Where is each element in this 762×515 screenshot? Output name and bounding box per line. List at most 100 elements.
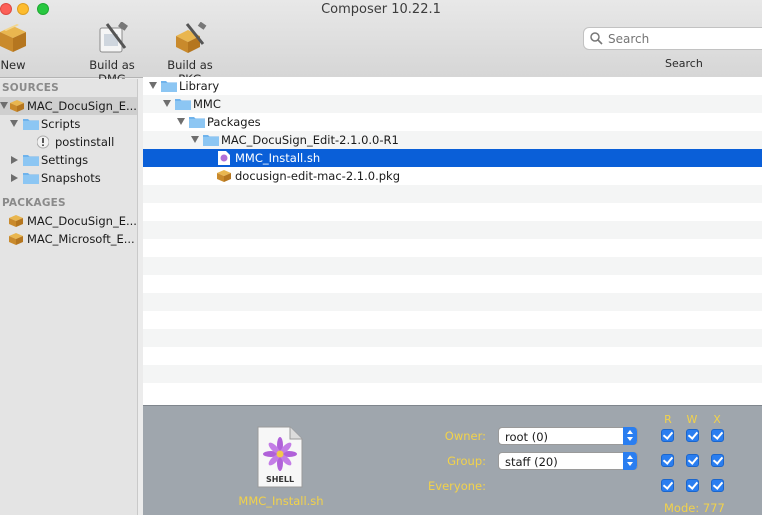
search-field[interactable] [583, 27, 762, 50]
sidebar-item-scripts[interactable]: Scripts [0, 115, 137, 133]
empty-row [143, 329, 762, 347]
sidebar-item-package-microsoft[interactable]: MAC_Microsoft_E... [0, 230, 137, 248]
owner-write-checkbox[interactable] [686, 429, 699, 442]
owner-execute-checkbox[interactable] [711, 429, 724, 442]
search-label: Search [665, 57, 703, 70]
tree-item-label: MMC_Install.sh [235, 151, 321, 165]
disclosure-triangle-icon[interactable] [177, 118, 185, 125]
tree-row-docusign-pkg[interactable]: docusign-edit-mac-2.1.0.pkg [143, 167, 762, 185]
folder-icon [23, 155, 39, 166]
empty-row [143, 221, 762, 239]
tree-row-mmc-install-sh[interactable]: MMC_Install.sh [143, 149, 762, 167]
empty-row [143, 383, 762, 401]
disclosure-triangle-icon[interactable] [11, 156, 18, 164]
sidebar-item-snapshots[interactable]: Snapshots [0, 169, 137, 187]
empty-row [143, 293, 762, 311]
empty-row [143, 365, 762, 383]
folder-icon [161, 81, 177, 92]
sources-header: SOURCES [2, 82, 59, 94]
disclosure-triangle-icon[interactable] [10, 120, 18, 127]
disclosure-triangle-icon[interactable] [0, 102, 8, 109]
package-icon [9, 233, 23, 245]
search-input[interactable] [608, 30, 758, 48]
empty-row [143, 203, 762, 221]
file-type-text: SHELL [266, 475, 294, 484]
file-tree-view[interactable]: Library MMC Packages MAC_DocuSign_Edit-2… [143, 77, 762, 405]
disclosure-triangle-icon[interactable] [11, 174, 18, 182]
sidebar-item-label: MAC_DocuSign_E... [27, 99, 137, 113]
empty-row [143, 239, 762, 257]
tree-item-label: docusign-edit-mac-2.1.0.pkg [235, 169, 400, 183]
sidebar-item-label: MAC_DocuSign_E... [27, 214, 137, 228]
sidebar-item-source-docusign[interactable]: MAC_DocuSign_E... [0, 97, 137, 115]
write-column-header: W [686, 413, 698, 426]
shell-script-icon [218, 151, 230, 165]
disclosure-triangle-icon[interactable] [191, 136, 199, 143]
inspector-panel: SHELL MMC_Install.sh R W X Owner: root (… [143, 405, 762, 515]
group-write-checkbox[interactable] [686, 454, 699, 467]
owner-popup[interactable]: root (0) [498, 427, 638, 445]
tree-item-label: Library [179, 79, 220, 93]
sidebar-item-label: Snapshots [41, 171, 101, 185]
folder-icon [23, 173, 39, 184]
package-icon [10, 100, 24, 112]
package-icon [0, 24, 26, 52]
sidebar-item-settings[interactable]: Settings [0, 151, 137, 169]
sidebar-item-label: postinstall [55, 135, 115, 149]
everyone-write-checkbox[interactable] [686, 479, 699, 492]
tree-item-label: MMC [193, 97, 221, 111]
window-title: Composer 10.22.1 [321, 2, 441, 17]
sidebar-item-label: MAC_Microsoft_E... [27, 232, 135, 246]
tree-row-mmc[interactable]: MMC [143, 95, 762, 113]
group-read-checkbox[interactable] [661, 454, 674, 467]
package-icon [217, 170, 231, 182]
everyone-label: Everyone: [428, 479, 486, 493]
group-label: Group: [447, 454, 486, 468]
empty-row [143, 311, 762, 329]
execute-column-header: X [713, 413, 721, 426]
mode-value: Mode: 777 [664, 501, 725, 515]
sidebar-item-package-docusign[interactable]: MAC_DocuSign_E... [0, 212, 137, 230]
empty-row [143, 275, 762, 293]
sidebar: SOURCES MAC_DocuSign_E... Scripts postin… [0, 79, 138, 515]
popup-arrows-icon [623, 452, 637, 470]
empty-row [143, 257, 762, 275]
tree-row-packages[interactable]: Packages [143, 113, 762, 131]
new-button-label: New [0, 58, 26, 72]
package-icon [9, 215, 23, 227]
folder-icon [189, 117, 205, 128]
search-icon [590, 32, 603, 45]
everyone-execute-checkbox[interactable] [711, 479, 724, 492]
folder-icon [203, 135, 219, 146]
tree-item-label: MAC_DocuSign_Edit-2.1.0.0-R1 [221, 133, 399, 147]
new-button[interactable]: New [0, 22, 26, 72]
package-tool-icon [176, 22, 207, 53]
folder-icon [23, 119, 39, 130]
owner-label: Owner: [444, 429, 486, 443]
empty-row [143, 347, 762, 365]
group-popup[interactable]: staff (20) [498, 452, 638, 470]
window-toolbar: Composer 10.22.1 New Build as DMG Build … [0, 0, 762, 86]
warning-document-icon [37, 135, 49, 149]
tree-row-docusign-folder[interactable]: MAC_DocuSign_Edit-2.1.0.0-R1 [143, 131, 762, 149]
group-execute-checkbox[interactable] [711, 454, 724, 467]
selected-file-name: MMC_Install.sh [238, 494, 324, 508]
shell-script-file-icon: SHELL [257, 426, 303, 488]
read-column-header: R [664, 413, 672, 426]
folder-icon [175, 99, 191, 110]
packages-header: PACKAGES [2, 197, 66, 209]
sidebar-item-label: Settings [41, 153, 89, 167]
build-as-dmg-button[interactable]: Build as DMG [76, 22, 148, 86]
sidebar-item-postinstall[interactable]: postinstall [0, 133, 137, 151]
tree-item-label: Packages [207, 115, 261, 129]
everyone-read-checkbox[interactable] [661, 479, 674, 492]
empty-row [143, 185, 762, 203]
group-value: staff (20) [505, 455, 558, 469]
tree-row-library[interactable]: Library [143, 77, 762, 95]
owner-value: root (0) [505, 430, 549, 444]
owner-read-checkbox[interactable] [661, 429, 674, 442]
disclosure-triangle-icon[interactable] [163, 100, 171, 107]
sidebar-item-label: Scripts [41, 117, 81, 131]
disclosure-triangle-icon[interactable] [149, 82, 157, 89]
disk-image-tool-icon [99, 22, 128, 53]
